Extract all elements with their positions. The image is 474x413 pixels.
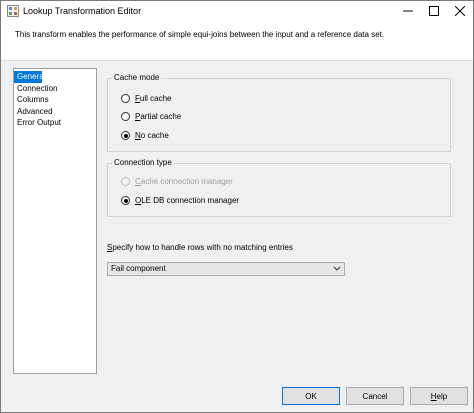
no-cache-radio[interactable] — [121, 131, 130, 140]
header-band: This transform enables the performance o… — [1, 21, 473, 61]
page-nav-list: General Connection Columns Advanced Erro… — [13, 68, 97, 374]
help-button[interactable]: Help — [410, 387, 468, 405]
no-match-dropdown[interactable]: Fail component — [107, 262, 345, 276]
cancel-button[interactable]: Cancel — [346, 387, 404, 405]
nav-item-error-output[interactable]: Error Output — [14, 117, 96, 129]
no-cache-option[interactable]: No cache — [121, 131, 169, 140]
cache-connection-radio[interactable] — [121, 177, 130, 186]
oledb-connection-option[interactable]: OLE DB connection manager — [121, 196, 239, 205]
full-cache-label: Full cache — [135, 94, 172, 103]
minimize-icon — [403, 10, 413, 12]
connection-type-legend: Connection type — [112, 158, 174, 167]
lookup-editor-window: Lookup Transformation Editor This transf… — [0, 0, 474, 413]
partial-cache-option[interactable]: Partial cache — [121, 112, 181, 121]
partial-cache-label: Partial cache — [135, 112, 182, 121]
no-match-selected-value: Fail component — [111, 264, 166, 273]
title-bar[interactable]: Lookup Transformation Editor — [1, 1, 473, 21]
no-cache-label: No cache — [135, 131, 169, 140]
cache-connection-label: Cache connection manager — [135, 177, 233, 186]
oledb-connection-radio[interactable] — [121, 196, 130, 205]
app-icon — [7, 5, 19, 17]
nav-item-columns[interactable]: Columns — [14, 94, 96, 106]
maximize-icon — [429, 6, 439, 16]
dialog-description: This transform enables the performance o… — [15, 30, 385, 39]
full-cache-radio[interactable] — [121, 94, 130, 103]
cache-connection-option[interactable]: Cache connection manager — [121, 177, 233, 186]
cache-mode-group: Cache mode Full cache Partial cache No c… — [107, 73, 451, 152]
close-button[interactable] — [447, 1, 473, 21]
chevron-down-icon — [333, 266, 341, 271]
partial-cache-radio[interactable] — [121, 112, 130, 121]
close-icon — [455, 6, 465, 16]
connection-type-group: Connection type Cache connection manager… — [107, 158, 451, 217]
no-match-label: Specify how to handle rows with no match… — [107, 243, 293, 252]
ok-button[interactable]: OK — [282, 387, 340, 405]
minimize-button[interactable] — [395, 1, 421, 21]
cache-mode-legend: Cache mode — [112, 73, 162, 82]
full-cache-option[interactable]: Full cache — [121, 94, 171, 103]
window-title: Lookup Transformation Editor — [23, 6, 142, 16]
nav-item-general[interactable]: General — [14, 71, 45, 83]
maximize-button[interactable] — [421, 1, 447, 21]
nav-item-connection[interactable]: Connection — [14, 83, 96, 95]
nav-item-advanced[interactable]: Advanced — [14, 106, 96, 118]
oledb-connection-label: OLE DB connection manager — [135, 196, 240, 205]
